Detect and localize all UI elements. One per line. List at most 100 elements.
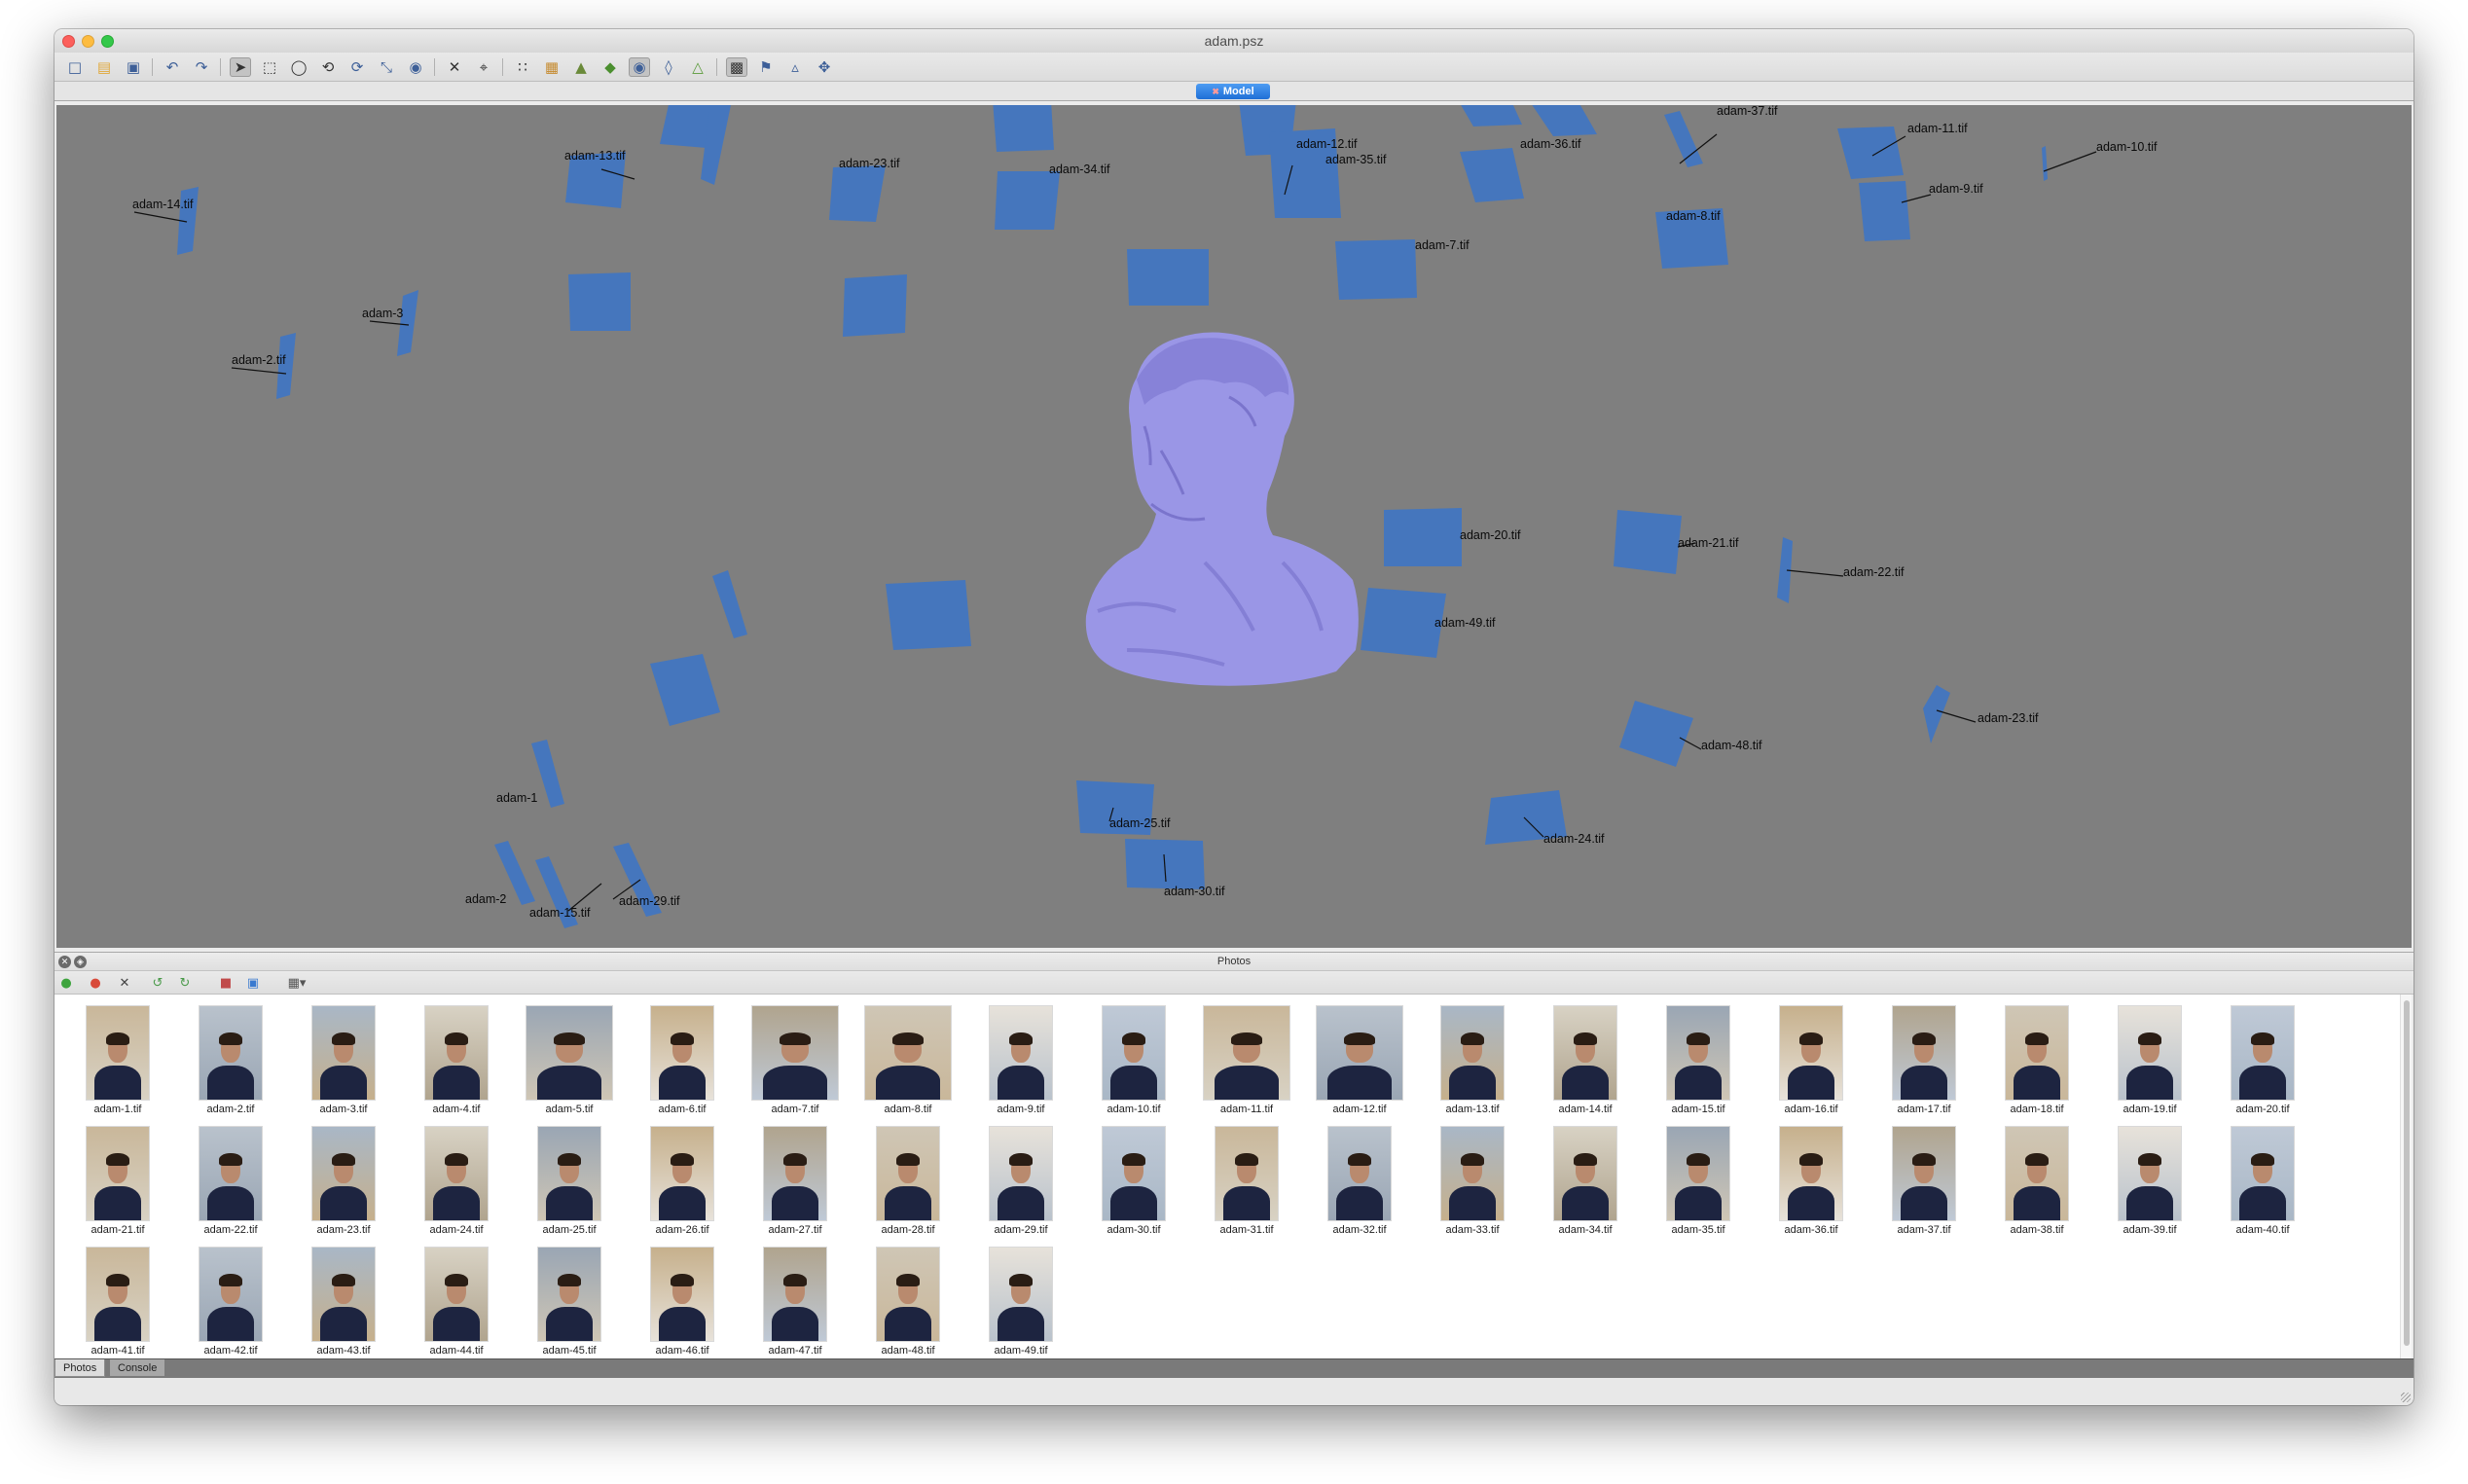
photo-thumbnail[interactable]: adam-44.tif [403,1248,510,1358]
photo-thumbnail[interactable]: adam-29.tif [967,1127,1074,1244]
photo-thumbnail[interactable]: adam-25.tif [516,1127,623,1244]
camera-plane[interactable] [1335,239,1417,300]
photo-thumbnail[interactable]: adam-20.tif [2209,1006,2316,1123]
photo-thumbnail[interactable]: adam-49.tif [967,1248,1074,1358]
rotate-left-icon[interactable]: ↺ [148,973,167,993]
photo-thumbnail[interactable]: adam-3.tif [290,1006,397,1123]
camera-plane[interactable] [2042,146,2048,181]
photo-thumbnail[interactable]: adam-10.tif [1080,1006,1187,1123]
photo-thumbnail[interactable]: adam-41.tif [64,1248,171,1358]
photo-thumbnail[interactable]: adam-17.tif [1870,1006,1978,1123]
photo-thumbnail[interactable]: adam-30.tif [1080,1127,1187,1244]
photo-thumbnail[interactable]: adam-6.tif [629,1006,736,1123]
wireframe-icon[interactable]: ◊ [658,57,679,77]
new-document-icon[interactable]: □ [64,57,86,77]
disable-icon[interactable]: ● [86,973,105,993]
photo-thumbnail[interactable]: adam-27.tif [742,1127,849,1244]
remove-icon[interactable]: ✕ [115,973,134,993]
camera-plane[interactable] [1614,510,1682,574]
show-markers-icon[interactable]: ⚑ [755,57,777,77]
enable-icon[interactable]: ● [56,973,76,993]
delete-selection-icon[interactable]: ✕ [444,57,465,77]
photo-thumbnail[interactable]: adam-21.tif [64,1127,171,1244]
dense-cloud-icon[interactable]: ▦ [541,57,563,77]
photos-grid[interactable]: adam-1.tif adam-2.tif adam-3.tif adam-4.tif… [54,995,2400,1358]
photo-thumbnail[interactable]: adam-13.tif [1419,1006,1526,1123]
camera-plane[interactable] [712,570,747,638]
camera-plane[interactable] [995,171,1060,230]
close-window-button[interactable] [62,35,75,48]
camera-plane[interactable] [1529,105,1597,136]
photo-thumbnail[interactable]: adam-42.tif [177,1248,284,1358]
resize-grip-icon[interactable] [2401,1393,2411,1402]
camera-plane[interactable] [1619,701,1693,767]
camera-plane[interactable] [1664,111,1703,167]
photo-thumbnail[interactable]: adam-38.tif [1983,1127,2090,1244]
photo-thumbnail[interactable]: adam-35.tif [1645,1127,1752,1244]
camera-plane[interactable] [1859,181,1910,241]
shaded-model-icon[interactable]: ◆ [599,57,621,77]
tab-model[interactable]: ✖ Model [1196,84,1270,99]
camera-plane[interactable] [1460,148,1524,202]
photo-thumbnail[interactable]: adam-32.tif [1306,1127,1413,1244]
photo-thumbnail[interactable]: adam-43.tif [290,1248,397,1358]
camera-plane[interactable] [1127,249,1209,306]
photo-thumbnail[interactable]: adam-8.tif [854,1006,962,1123]
photo-thumbnail[interactable]: adam-7.tif [742,1006,849,1123]
rotate-right-icon[interactable]: ↻ [175,973,195,993]
camera-plane[interactable] [829,165,886,222]
photo-thumbnail[interactable]: adam-46.tif [629,1248,736,1358]
photo-thumbnail[interactable]: adam-4.tif [403,1006,510,1123]
camera-plane[interactable] [397,290,418,356]
photo-thumbnail[interactable]: adam-26.tif [629,1127,736,1244]
camera-plane[interactable] [1923,685,1950,743]
photo-thumbnail[interactable]: adam-22.tif [177,1127,284,1244]
zoom-window-button[interactable] [101,35,114,48]
close-panel-icon[interactable]: ✕ [58,956,71,968]
photo-thumbnail[interactable]: adam-48.tif [854,1248,962,1358]
photo-thumbnail[interactable]: adam-18.tif [1983,1006,2090,1123]
camera-plane[interactable] [886,580,971,650]
save-icon[interactable]: ▣ [123,57,144,77]
resize-region-icon[interactable]: ⤡ [376,57,397,77]
crop-selection-icon[interactable]: ⌖ [473,57,494,77]
rotate-object-icon[interactable]: ⟳ [346,57,368,77]
photo-thumbnail[interactable]: adam-1.tif [64,1006,171,1123]
photo-thumbnail[interactable]: adam-19.tif [2096,1006,2203,1123]
float-panel-icon[interactable]: ◈ [74,956,87,968]
photo-thumbnail[interactable]: adam-14.tif [1532,1006,1639,1123]
camera-plane[interactable] [1361,588,1446,658]
image-quality-icon[interactable]: ▣ [243,973,263,993]
camera-plane[interactable] [1837,127,1904,179]
textured-model-icon[interactable]: ◉ [629,57,650,77]
point-cloud-icon[interactable]: ∷ [512,57,533,77]
minimize-window-button[interactable] [82,35,94,48]
rectangle-selection-icon[interactable]: ⬚ [259,57,280,77]
camera-plane[interactable] [1384,508,1462,566]
tab-photos[interactable]: Photos [54,1359,106,1377]
photos-scrollbar[interactable] [2400,995,2412,1358]
model-scene[interactable]: adam-37.tif adam-36.tif adam-11.tif adam… [56,105,2412,948]
solid-model-icon[interactable]: ▲ [570,57,592,77]
photo-thumbnail[interactable]: adam-45.tif [516,1248,623,1358]
photo-thumbnail[interactable]: adam-12.tif [1306,1006,1413,1123]
photo-thumbnail[interactable]: adam-23.tif [290,1127,397,1244]
photo-thumbnail[interactable]: adam-11.tif [1193,1006,1300,1123]
navigation-icon[interactable]: ➤ [230,57,251,77]
camera-plane[interactable] [568,272,631,331]
view-mode-icon[interactable]: ▦▾ [282,973,311,993]
undo-icon[interactable]: ↶ [162,57,183,77]
show-region-icon[interactable]: ▵ [784,57,806,77]
free-form-selection-icon[interactable]: ⟲ [317,57,339,77]
camera-plane[interactable] [843,274,907,337]
photo-thumbnail[interactable]: adam-16.tif [1758,1006,1865,1123]
close-tab-icon[interactable]: ✖ [1212,87,1219,97]
photo-thumbnail[interactable]: adam-40.tif [2209,1127,2316,1244]
scrollbar-thumb[interactable] [2404,1000,2410,1346]
rotate-region-icon[interactable]: ◉ [405,57,426,77]
photo-thumbnail[interactable]: adam-33.tif [1419,1127,1526,1244]
camera-plane[interactable] [650,654,720,726]
camera-plane[interactable] [993,105,1054,152]
model-viewport[interactable]: adam-37.tif adam-36.tif adam-11.tif adam… [56,105,2412,948]
show-cameras-icon[interactable]: ▩ [726,57,747,77]
